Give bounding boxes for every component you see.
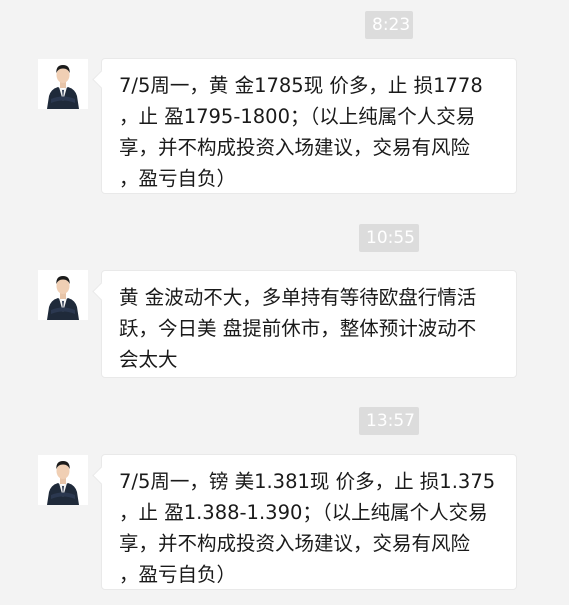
avatar[interactable]: [38, 59, 88, 109]
avatar[interactable]: [38, 455, 88, 505]
avatar-person-icon: [38, 270, 88, 320]
message-bubble[interactable]: 7/5周一，镑 美1.381现 价多，止 损1.375 ，止 盈1.388-1.…: [101, 454, 517, 590]
message-bubble[interactable]: 7/5周一，黄 金1785现 价多，止 损1778 ，止 盈1795-1800；…: [101, 58, 517, 194]
timestamp: 8:23: [365, 11, 413, 39]
avatar-person-icon: [38, 455, 88, 505]
avatar-person-icon: [38, 59, 88, 109]
avatar[interactable]: [38, 270, 88, 320]
timestamp: 13:57: [359, 407, 419, 435]
message-bubble[interactable]: 黄 金波动不大，多单持有等待欧盘行情活 跃，今日美 盘提前休市，整体预计波动不 …: [101, 270, 517, 378]
timestamp: 10:55: [359, 224, 419, 252]
